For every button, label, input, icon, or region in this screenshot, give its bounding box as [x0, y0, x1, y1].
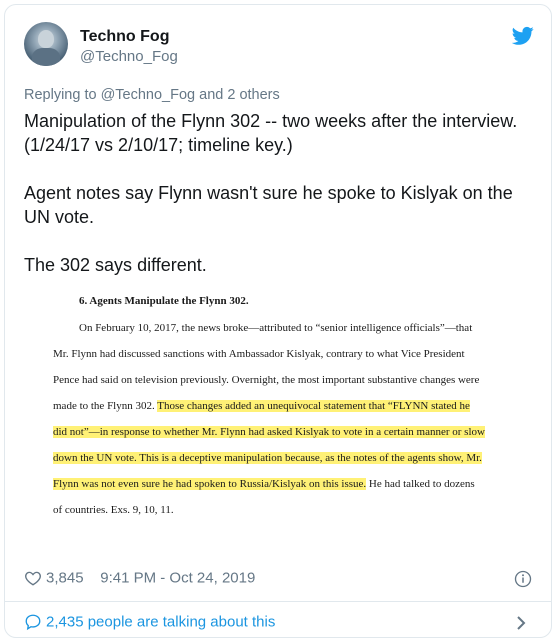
- reply-target-link[interactable]: @Techno_Fog: [101, 87, 196, 103]
- tweet-header: Techno Fog @Techno_Fog: [24, 22, 534, 70]
- attached-document-image[interactable]: 6. Agents Manipulate the Flynn 302. On F…: [53, 291, 523, 527]
- tweet-text: Manipulation of the Flynn 302 -- two wee…: [24, 109, 529, 277]
- tweet-paragraph-1: Manipulation of the Flynn 302 -- two wee…: [24, 111, 518, 155]
- avatar[interactable]: [24, 22, 68, 66]
- tweet-card: Techno Fog @Techno_Fog Replying to @Tech…: [4, 4, 552, 638]
- heart-icon[interactable]: [24, 569, 42, 587]
- info-icon[interactable]: [514, 570, 532, 588]
- replying-to: Replying to @Techno_Fog and 2 others: [24, 87, 280, 103]
- display-name[interactable]: Techno Fog: [80, 27, 178, 47]
- document-heading: 6. Agents Manipulate the Flynn 302.: [79, 295, 249, 307]
- twitter-bird-icon[interactable]: [512, 26, 534, 46]
- document-line: down the UN vote. This is a deceptive ma…: [53, 452, 482, 464]
- chevron-right-icon[interactable]: [515, 615, 527, 631]
- document-line: of countries. Exs. 9, 10, 11.: [53, 504, 174, 516]
- tweet-timestamp[interactable]: 9:41 PM - Oct 24, 2019: [100, 570, 255, 587]
- document-line: Mr. Flynn had discussed sanctions with A…: [53, 348, 465, 360]
- author-names[interactable]: Techno Fog @Techno_Fog: [80, 27, 178, 66]
- tweet-meta: 3,845 9:41 PM - Oct 24, 2019: [24, 569, 255, 591]
- conversation-link[interactable]: 2,435 people are talking about this: [24, 613, 275, 631]
- document-line: Flynn was not even sure he had spoken to…: [53, 478, 475, 490]
- reply-others-link[interactable]: and 2 others: [199, 87, 280, 103]
- tweet-paragraph-2: Agent notes say Flynn wasn't sure he spo…: [24, 183, 513, 227]
- tweet-paragraph-3: The 302 says different.: [24, 255, 207, 275]
- document-line: made to the Flynn 302. Those changes add…: [53, 400, 470, 412]
- conversation-label[interactable]: 2,435 people are talking about this: [46, 614, 275, 631]
- document-line: Pence had said on television previously.…: [53, 374, 480, 386]
- divider: [5, 601, 551, 602]
- document-line: did not”—in response to whether Mr. Flyn…: [53, 426, 485, 438]
- speech-bubble-icon: [25, 614, 41, 631]
- document-line: On February 10, 2017, the news broke—att…: [79, 322, 473, 334]
- replying-prefix: Replying to: [24, 87, 97, 103]
- like-count[interactable]: 3,845: [46, 570, 84, 587]
- user-handle[interactable]: @Techno_Fog: [80, 47, 178, 66]
